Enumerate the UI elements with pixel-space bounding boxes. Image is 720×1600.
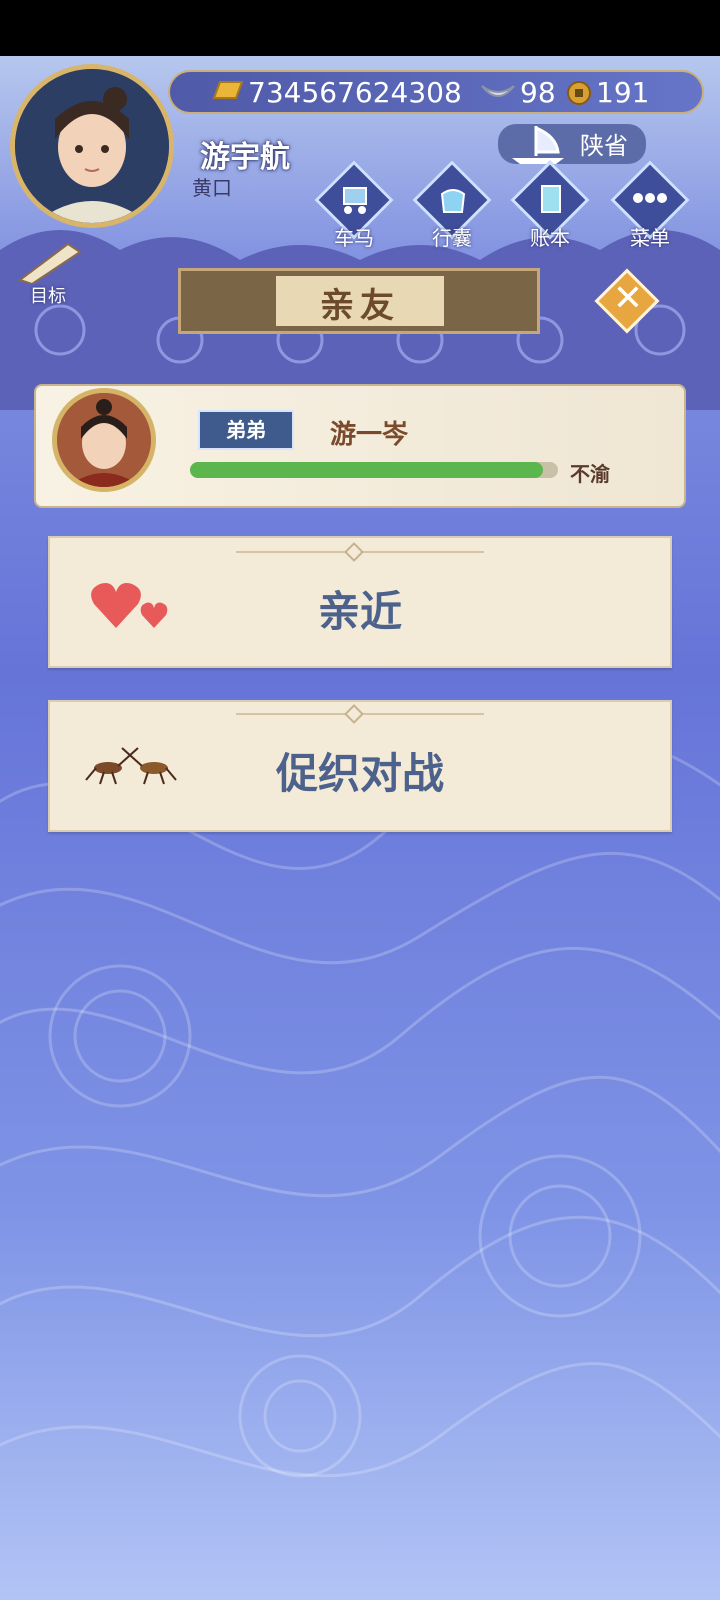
member-name: 游一岑 — [330, 420, 409, 450]
carriage-icon — [338, 182, 372, 220]
region-label: 陕省 — [580, 132, 628, 160]
bag-icon — [436, 182, 470, 220]
affection-bar-fill — [190, 462, 543, 478]
mood-label: 不渝 — [570, 462, 610, 486]
coin-icon — [566, 80, 592, 113]
nav-label-menu: 菜单 — [630, 226, 670, 250]
silver-amount: 98 — [520, 76, 556, 109]
ledger-icon — [534, 182, 568, 220]
boat-icon — [506, 122, 570, 170]
gold-icon — [210, 76, 246, 111]
scroll-icon[interactable] — [14, 240, 84, 288]
silver-icon — [480, 76, 516, 111]
nav-label-ledger: 账本 — [530, 226, 570, 250]
page-title: 亲友 — [320, 286, 400, 326]
cricket-battle-label: 促织对战 — [275, 749, 444, 798]
player-name: 游宇航 — [200, 140, 290, 175]
bond-label: 亲近 — [317, 587, 402, 636]
menu-icon — [630, 190, 670, 210]
status-bar — [0, 0, 720, 56]
member-avatar — [52, 388, 156, 492]
player-rank: 黄口 — [192, 176, 232, 200]
nav-label-carriage: 车马 — [334, 226, 374, 250]
coin-amount: 191 — [596, 76, 650, 109]
gold-amount: 734567624308 — [248, 76, 462, 109]
player-avatar[interactable] — [10, 64, 174, 228]
nav-label-bag: 行囊 — [432, 226, 472, 250]
close-icon: ✕ — [612, 278, 644, 319]
relation-badge: 弟弟 — [198, 410, 294, 450]
goal-label: 目标 — [30, 286, 66, 307]
